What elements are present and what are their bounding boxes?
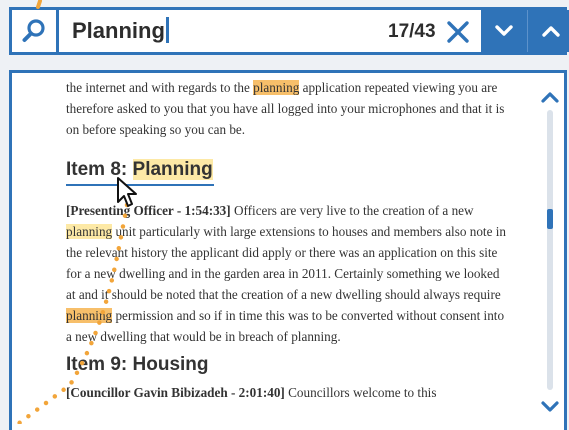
speaker-timestamp[interactable]: [Presenting Officer - 1:54:33] bbox=[66, 203, 231, 218]
chevron-up-icon bbox=[541, 92, 559, 103]
search-match[interactable]: planning bbox=[253, 80, 300, 95]
previous-match-button[interactable] bbox=[527, 10, 569, 52]
speaker-timestamp[interactable]: [Councillor Gavin Bibizadeh - 2:01:40] bbox=[66, 385, 285, 400]
paragraph-text: the internet and with regards to the bbox=[66, 80, 254, 95]
transcript-paragraph: [Presenting Officer - 1:54:33] Officers … bbox=[66, 200, 506, 347]
heading-text: Item 8: bbox=[66, 159, 133, 180]
search-button[interactable] bbox=[12, 10, 59, 52]
paragraph-text: permission and so if in time this was to… bbox=[66, 308, 505, 344]
text-caret bbox=[165, 17, 169, 43]
scrollbar-thumb[interactable] bbox=[547, 209, 553, 229]
agenda-item-heading[interactable]: Item 8: Planning bbox=[66, 156, 214, 186]
transcript-paragraph: [Councillor Gavin Bibizadeh - 2:01:40] C… bbox=[66, 382, 506, 403]
search-match[interactable]: planning bbox=[66, 224, 113, 239]
match-counter: 17/43 bbox=[388, 21, 436, 42]
paragraph-text: Councillors welcome to this bbox=[284, 385, 437, 400]
search-bar: Planning 17/43 bbox=[9, 7, 569, 55]
search-input[interactable]: Planning bbox=[72, 17, 169, 45]
chevron-up-icon bbox=[542, 26, 560, 37]
search-icon bbox=[22, 19, 45, 42]
clear-search-button[interactable] bbox=[445, 19, 471, 45]
scroll-down-button[interactable] bbox=[540, 399, 560, 415]
close-icon bbox=[447, 21, 469, 43]
search-match[interactable]: planning bbox=[66, 308, 113, 323]
next-match-button[interactable] bbox=[481, 10, 527, 52]
chevron-down-icon bbox=[495, 25, 513, 36]
scrollbar-track[interactable] bbox=[547, 110, 553, 390]
transcript-paragraph: the internet and with regards to the pla… bbox=[66, 77, 506, 140]
search-query-text: Planning bbox=[72, 18, 165, 43]
transcript-content: the internet and with regards to the pla… bbox=[66, 77, 506, 403]
transcript-panel: the internet and with regards to the pla… bbox=[9, 70, 567, 430]
chevron-down-icon bbox=[541, 401, 559, 412]
scroll-up-button[interactable] bbox=[540, 89, 560, 105]
paragraph-text: Officers are very live to the creation o… bbox=[230, 203, 474, 218]
paragraph-text: unit particularly with large extensions … bbox=[66, 224, 506, 302]
agenda-item-heading[interactable]: Item 9: Housing bbox=[66, 351, 209, 378]
search-match[interactable]: Planning bbox=[132, 159, 213, 180]
